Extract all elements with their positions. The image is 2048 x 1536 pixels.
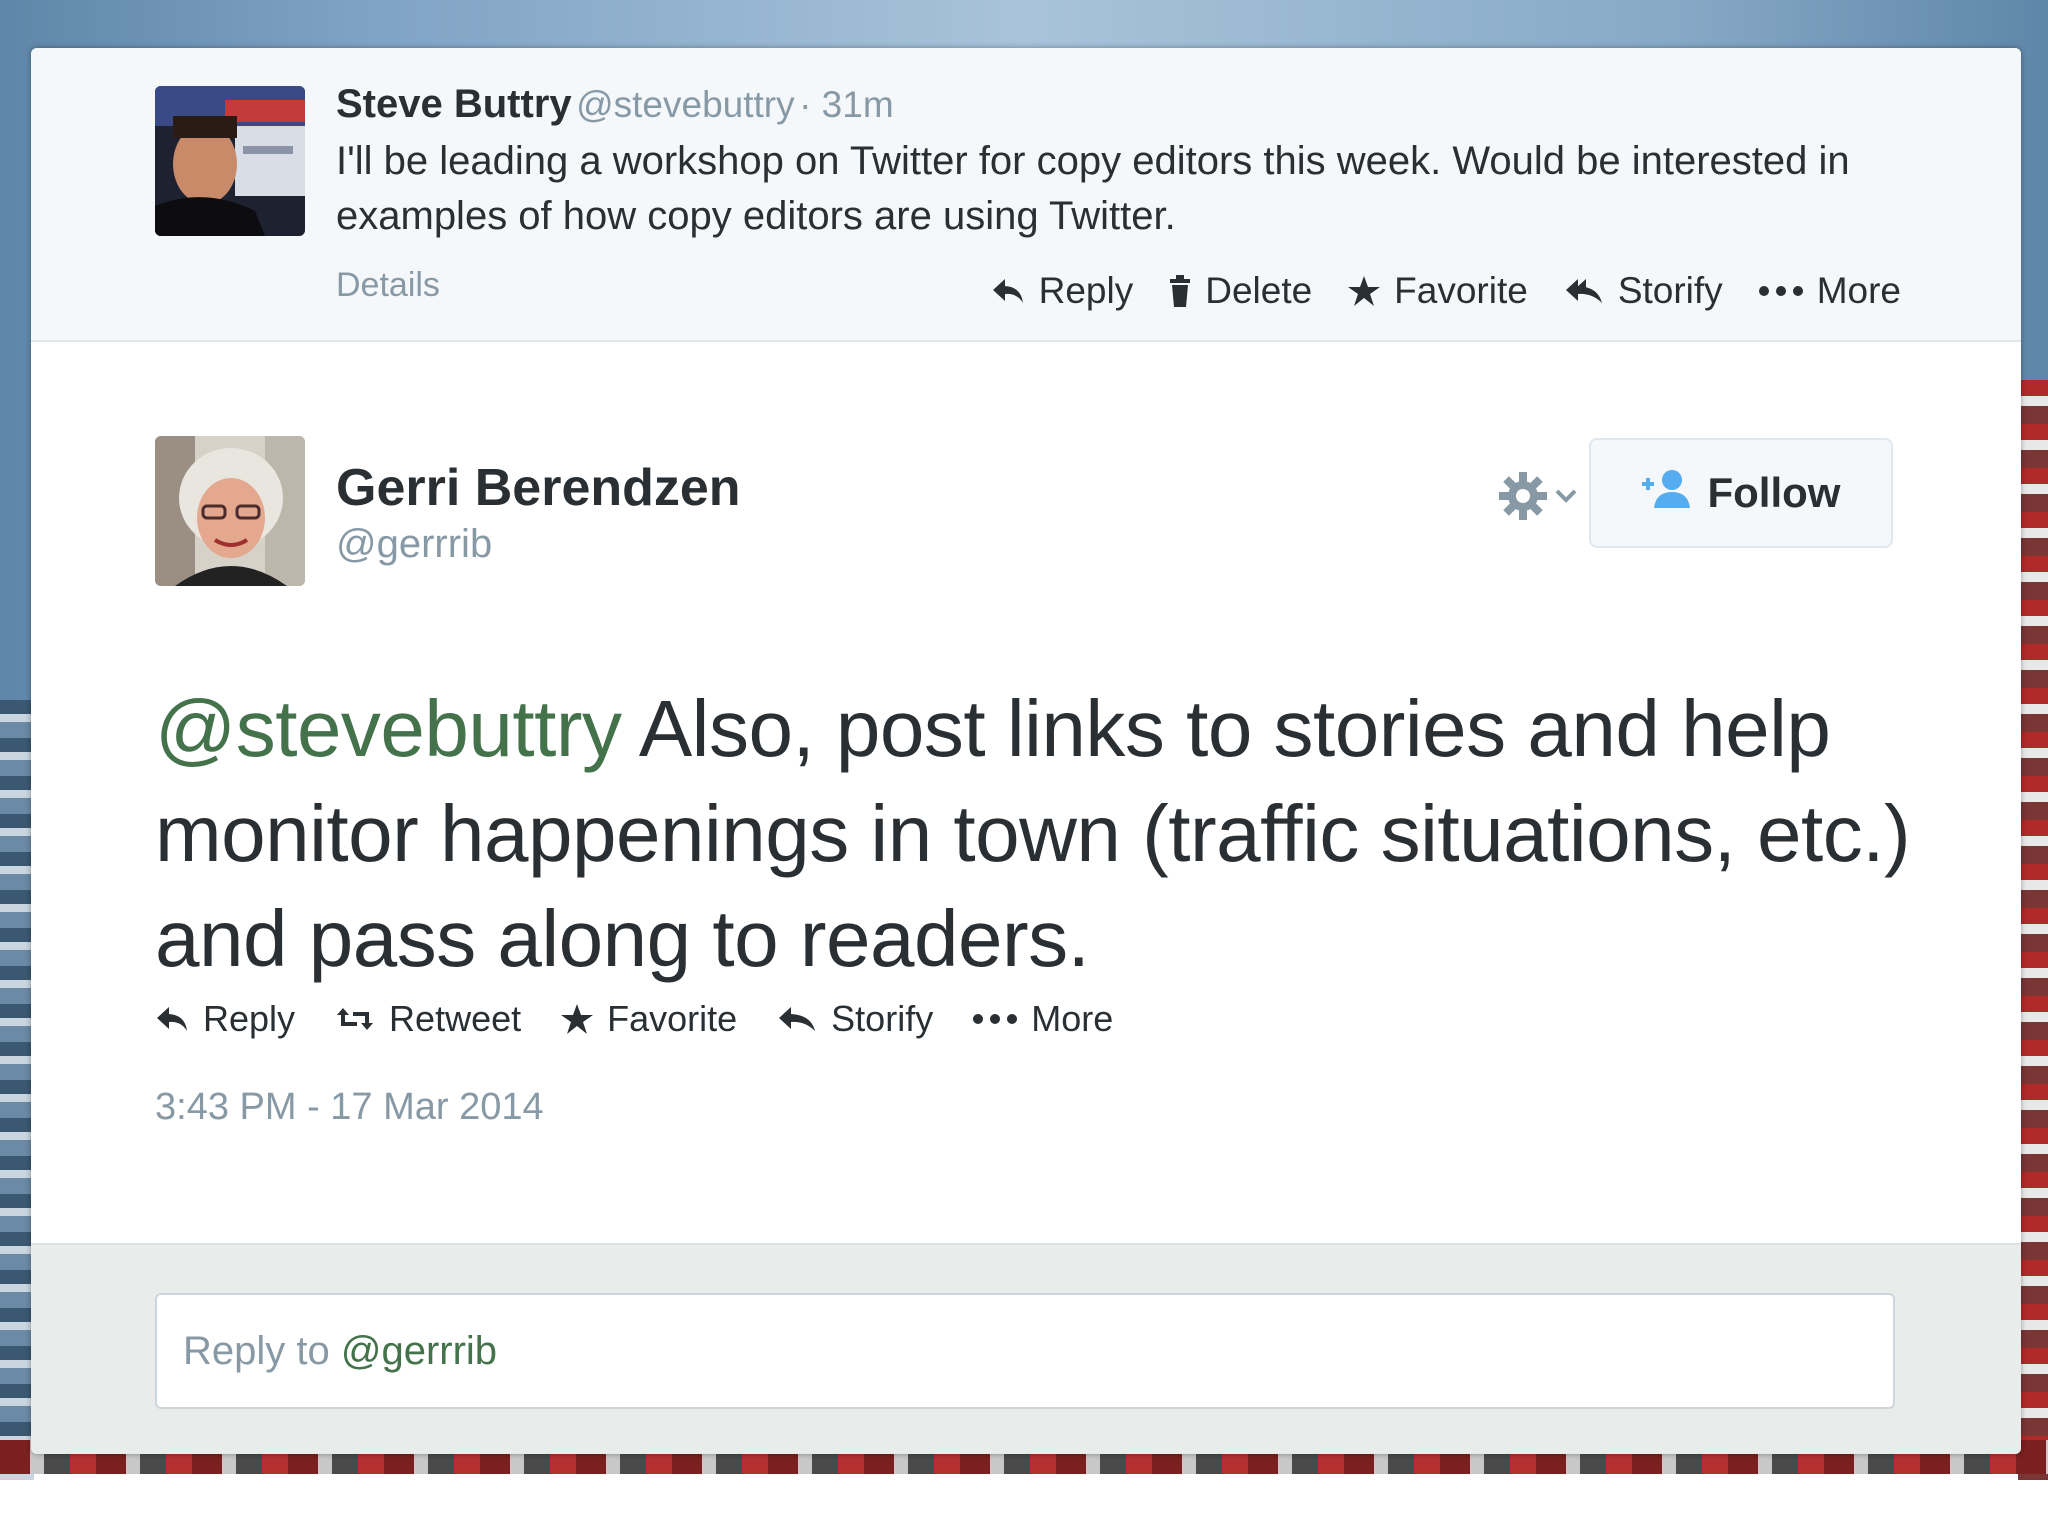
star-icon (561, 1004, 594, 1034)
storify-icon (1564, 277, 1604, 305)
more-label: More (1031, 998, 1114, 1039)
add-user-icon (1641, 468, 1690, 518)
trash-icon (1169, 275, 1191, 307)
reply-button[interactable]: Reply (155, 998, 295, 1040)
more-label: More (1816, 270, 1901, 311)
tweet-actions: Reply Retweet Favorite Storify More (155, 998, 1153, 1040)
reply-label: Reply (1038, 270, 1134, 311)
reply-icon (991, 277, 1025, 305)
star-icon (1348, 276, 1381, 306)
retweet-button[interactable]: Retweet (335, 998, 521, 1040)
tweet-time[interactable]: · 31m (799, 84, 894, 125)
follow-label: Follow (1707, 469, 1841, 516)
reply-input[interactable]: Reply to @gerrrib (155, 1293, 1895, 1409)
favorite-label: Favorite (1394, 270, 1528, 311)
background-detail-right (2018, 380, 2048, 1480)
author-handle[interactable]: @stevebuttry (576, 84, 795, 125)
delete-button[interactable]: Delete (1169, 270, 1312, 312)
reply-button[interactable]: Reply (991, 270, 1134, 312)
more-button[interactable]: More (973, 998, 1113, 1040)
delete-label: Delete (1205, 270, 1313, 311)
author-handle[interactable]: @gerrrib (336, 522, 492, 567)
avatar-gerri-berendzen[interactable] (155, 436, 305, 586)
reply-icon (155, 1005, 189, 1033)
user-actions-dropdown[interactable] (1499, 468, 1599, 528)
parent-tweet[interactable]: Steve Buttry @stevebuttry · 31m I'll be … (31, 48, 2021, 342)
background-detail-left (0, 700, 34, 1480)
follow-button[interactable]: Follow (1589, 438, 1893, 548)
favorite-button[interactable]: Favorite (1348, 270, 1528, 312)
tweet-detail-card: Steve Buttry @stevebuttry · 31m I'll be … (31, 48, 2021, 1454)
favorite-button[interactable]: Favorite (561, 998, 737, 1040)
storify-icon (777, 1005, 817, 1033)
reply-area: Reply to @gerrrib (31, 1243, 2021, 1454)
reply-placeholder-mention: @gerrrib (340, 1328, 498, 1373)
storify-button[interactable]: Storify (777, 998, 933, 1040)
parent-tweet-actions: Reply Delete Favorite Storify More (991, 270, 1901, 312)
parent-tweet-header: Steve Buttry @stevebuttry · 31m (336, 82, 894, 127)
more-button[interactable]: More (1758, 270, 1901, 312)
author-name[interactable]: Gerri Berendzen (336, 458, 741, 518)
ellipsis-icon (973, 1014, 1018, 1024)
tweet-timestamp[interactable]: 3:43 PM - 17 Mar 2014 (155, 1086, 544, 1129)
details-link[interactable]: Details (336, 266, 440, 305)
favorite-label: Favorite (607, 998, 738, 1039)
parent-tweet-text: I'll be leading a workshop on Twitter fo… (336, 139, 1850, 238)
reply-label: Reply (203, 998, 296, 1039)
storify-button[interactable]: Storify (1564, 270, 1723, 312)
reply-placeholder: Reply to (183, 1328, 341, 1373)
chevron-down-icon (1555, 489, 1577, 508)
tweet-text: @stevebuttry Also, post links to stories… (155, 676, 1915, 991)
avatar-steve-buttry[interactable] (155, 86, 305, 236)
ellipsis-icon (1758, 286, 1803, 296)
retweet-icon (335, 1006, 375, 1032)
mention-link[interactable]: @stevebuttry (155, 684, 622, 773)
storify-label: Storify (1617, 270, 1723, 311)
storify-label: Storify (831, 998, 934, 1039)
gear-icon (1499, 471, 1547, 525)
author-name[interactable]: Steve Buttry (336, 82, 572, 126)
retweet-label: Retweet (389, 998, 522, 1039)
